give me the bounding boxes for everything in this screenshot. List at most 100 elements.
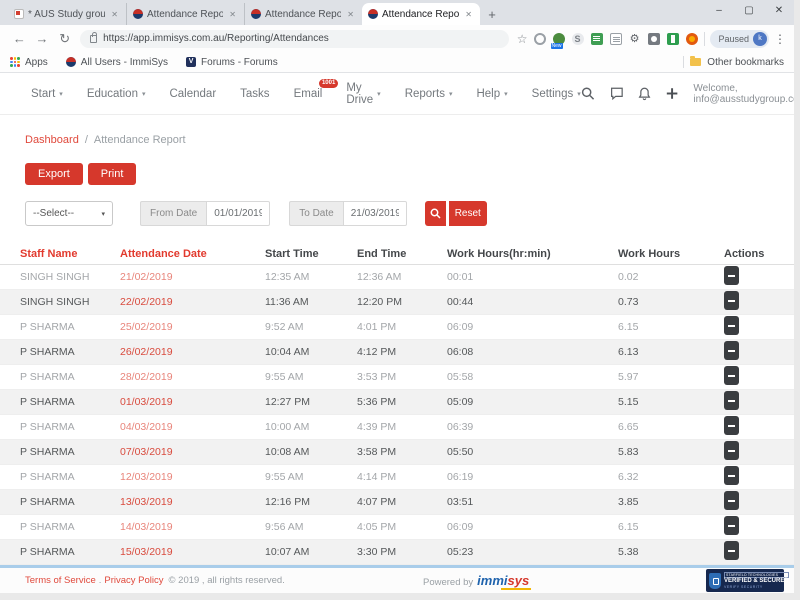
tab-close-icon[interactable]: ✕ xyxy=(463,9,474,20)
cell-staff-name: P SHARMA xyxy=(20,446,120,458)
lock-icon xyxy=(90,35,97,43)
extension-doc-icon[interactable] xyxy=(610,33,622,45)
chat-icon[interactable] xyxy=(610,85,624,102)
browser-tab[interactable]: Attendance Report - ImmiSys ✕ xyxy=(244,3,362,25)
row-actions-button[interactable] xyxy=(724,291,739,310)
immisys-wordmark[interactable]: immisys xyxy=(477,573,529,588)
row-actions-button[interactable] xyxy=(724,516,739,535)
apps-shortcut[interactable]: Apps xyxy=(10,57,48,68)
cell-end-time: 12:36 AM xyxy=(357,271,447,283)
cell-end-time: 12:20 PM xyxy=(357,296,447,308)
reset-button[interactable]: Reset xyxy=(449,201,487,226)
menu-email[interactable]: Email1001 xyxy=(294,88,323,100)
cell-staff-name: P SHARMA xyxy=(20,471,120,483)
menu-settings[interactable]: Settings▾ xyxy=(532,88,581,100)
row-actions-button[interactable] xyxy=(724,266,739,285)
cell-work-hours: 0.02 xyxy=(618,271,724,283)
table-row: P SHARMA 13/03/2019 12:16 PM 4:07 PM 03:… xyxy=(0,490,794,515)
breadcrumb-dashboard-link[interactable]: Dashboard xyxy=(25,134,79,146)
extension-panel-icon[interactable] xyxy=(667,33,679,45)
column-header: Attendance Date xyxy=(120,248,265,260)
close-window-button[interactable]: ✕ xyxy=(764,0,794,20)
reload-icon[interactable]: ↻ xyxy=(53,31,76,47)
extension-camera-icon[interactable] xyxy=(648,33,660,45)
menu-tasks[interactable]: Tasks xyxy=(240,88,269,100)
row-actions-button[interactable] xyxy=(724,391,739,410)
tab-close-icon[interactable]: ✕ xyxy=(109,9,120,20)
row-actions-button[interactable] xyxy=(724,441,739,460)
cell-staff-name: P SHARMA xyxy=(20,521,120,533)
bookmark-item[interactable]: V Forums - Forums xyxy=(186,57,278,68)
maximize-button[interactable]: ▢ xyxy=(734,0,764,20)
tab-close-icon[interactable]: ✕ xyxy=(227,9,238,20)
cell-start-time: 9:55 AM xyxy=(265,471,357,483)
extension-gear-icon[interactable]: ⚙ xyxy=(629,33,641,45)
menu-reports[interactable]: Reports▾ xyxy=(405,88,453,100)
sync-paused-chip[interactable]: Paused k xyxy=(710,30,769,48)
bell-icon[interactable] xyxy=(638,85,651,102)
menu-education[interactable]: Education▾ xyxy=(87,88,146,100)
export-button[interactable]: Export xyxy=(25,163,83,185)
print-button[interactable]: Print xyxy=(88,163,137,185)
cell-work-hours-hr-min: 00:44 xyxy=(447,296,618,308)
page-footer: Terms of Service . Privacy Policy © 2019… xyxy=(0,565,794,593)
verified-secured-seal[interactable]: STARFIELD TECHNOLOGIES VERIFIED & SECURE… xyxy=(706,569,784,592)
row-actions-button[interactable] xyxy=(724,316,739,335)
sync-paused-label: Paused xyxy=(712,34,749,44)
document-favicon xyxy=(14,9,24,19)
cell-work-hours: 6.13 xyxy=(618,346,724,358)
search-button[interactable] xyxy=(425,201,446,226)
forward-icon[interactable]: → xyxy=(31,31,54,46)
terms-link[interactable]: Terms of Service xyxy=(25,575,96,586)
browser-tab[interactable]: Attendance Report - ImmiSys ✕ xyxy=(126,3,244,25)
browser-tab-active[interactable]: Attendance Report - ImmiSys ✕ xyxy=(362,3,480,25)
from-date-input[interactable] xyxy=(206,201,270,226)
table-row: P SHARMA 14/03/2019 9:56 AM 4:05 PM 06:0… xyxy=(0,515,794,540)
copyright-text: © 2019 , all rights reserved. xyxy=(169,575,285,586)
menu-start[interactable]: Start▾ xyxy=(31,88,63,100)
cell-work-hours-hr-min: 06:09 xyxy=(447,521,618,533)
row-actions-button[interactable] xyxy=(724,466,739,485)
cell-work-hours-hr-min: 06:19 xyxy=(447,471,618,483)
row-actions-button[interactable] xyxy=(724,416,739,435)
minimize-button[interactable]: – xyxy=(704,0,734,20)
other-bookmarks[interactable]: Other bookmarks xyxy=(683,56,784,68)
plus-icon[interactable] xyxy=(666,86,678,101)
bookmark-star-icon[interactable]: ☆ xyxy=(517,32,528,46)
to-date-input[interactable] xyxy=(343,201,407,226)
row-actions-button[interactable] xyxy=(724,541,739,560)
bookmark-label: Forums - Forums xyxy=(201,57,278,68)
privacy-link[interactable]: Privacy Policy xyxy=(104,575,163,586)
address-bar[interactable]: https://app.immisys.com.au/Reporting/Att… xyxy=(80,30,509,48)
row-actions-button[interactable] xyxy=(724,491,739,510)
extension-green-doc-icon[interactable] xyxy=(591,33,603,45)
cell-start-time: 12:16 PM xyxy=(265,496,357,508)
extension-s-icon[interactable]: S xyxy=(572,33,584,45)
extension-dot-icon[interactable] xyxy=(686,33,698,45)
user-account-menu[interactable]: Welcome, info@ausstudygroup.com.au ▾ xyxy=(693,83,794,105)
row-actions-button[interactable] xyxy=(724,366,739,385)
cell-end-time: 4:01 PM xyxy=(357,321,447,333)
browser-tab[interactable]: * AUS Study group reporting tha ✕ xyxy=(8,3,126,25)
apps-label: Apps xyxy=(25,57,48,68)
extension-recycle-icon[interactable]: New xyxy=(553,33,565,45)
cell-start-time: 10:08 AM xyxy=(265,446,357,458)
row-actions-button[interactable] xyxy=(724,341,739,360)
menu-help[interactable]: Help▾ xyxy=(476,88,507,100)
new-tab-button[interactable]: + xyxy=(480,3,504,25)
extension-circle-icon[interactable] xyxy=(534,33,546,45)
tab-bar: * AUS Study group reporting tha ✕ Attend… xyxy=(0,0,794,25)
bookmark-item[interactable]: All Users - ImmiSys xyxy=(66,57,168,68)
browser-menu-icon[interactable]: ⋮ xyxy=(774,32,786,46)
chevron-down-icon: ▾ xyxy=(59,90,63,98)
breadcrumb: Dashboard / Attendance Report xyxy=(25,134,794,146)
column-header: Staff Name xyxy=(20,248,120,260)
tab-close-icon[interactable]: ✕ xyxy=(345,9,356,20)
menu-calendar[interactable]: Calendar xyxy=(169,88,216,100)
table-row: P SHARMA 07/03/2019 10:08 AM 3:58 PM 05:… xyxy=(0,440,794,465)
staff-select-dropdown[interactable]: --Select-- ▾ xyxy=(25,201,113,226)
url-text[interactable]: https://app.immisys.com.au/Reporting/Att… xyxy=(103,33,329,44)
menu-my-drive[interactable]: My Drive▾ xyxy=(346,82,380,106)
back-icon[interactable]: ← xyxy=(8,31,31,46)
search-icon[interactable] xyxy=(581,85,595,102)
